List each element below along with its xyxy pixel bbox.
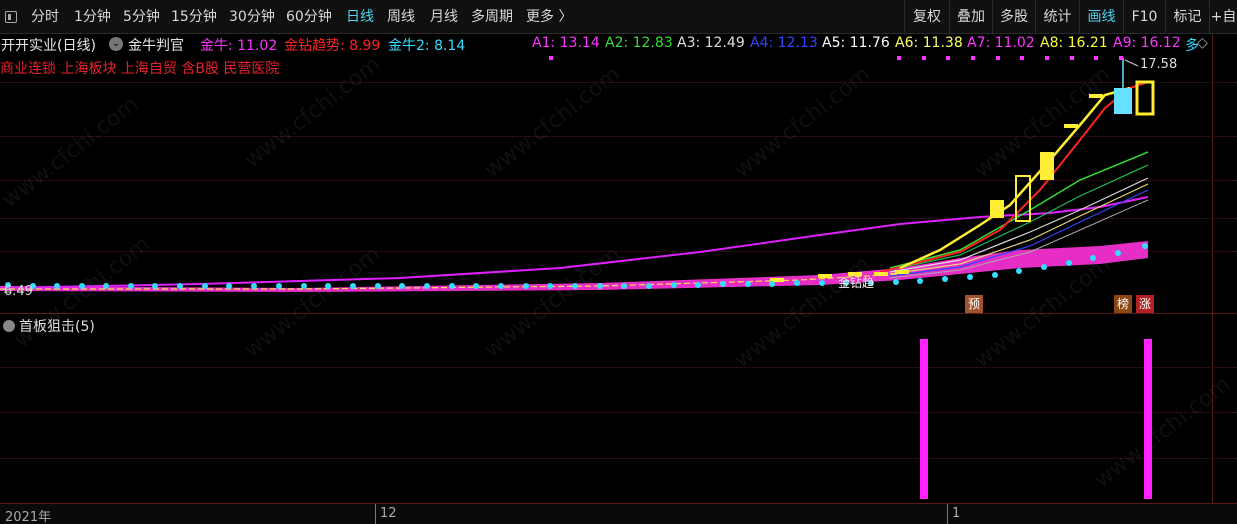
candle [895,270,909,274]
signal-markers [549,56,1123,60]
jinzuan-trend-line [879,81,1149,273]
limit-up-badge[interactable]: 涨 [1136,295,1154,313]
time-tick [375,504,376,524]
candle [874,272,888,276]
indicator-panel-title[interactable]: 首板狙击(5) [3,316,95,336]
time-tick [947,504,948,524]
indicator-bar [920,339,928,499]
candle [1114,88,1132,114]
forecast-badge[interactable]: 预 [965,295,983,313]
time-label-dec: 12 [380,506,397,521]
ranking-badge[interactable]: 榜 [1114,295,1132,313]
time-label-jan: 1 [952,506,961,521]
indicator-dropdown-icon[interactable] [3,320,15,332]
time-axis: 2021年 12 1 [0,503,1237,524]
indicator-panel-label: 首板狙击(5) [19,319,95,335]
price-low-label: 6.49 [4,284,33,299]
candle [1064,124,1078,128]
indicator-bar [1144,339,1152,499]
candle [818,274,832,278]
candle [990,200,1004,218]
price-high-label: 17.58 [1140,57,1178,72]
candle [1089,94,1103,98]
candle [1040,152,1054,180]
candle [1135,80,1155,116]
time-label-year: 2021年 [5,510,52,524]
kline-chart[interactable] [0,0,1237,524]
high-pointer [1124,59,1139,67]
ma-trend-label: 金钻趋 [838,276,875,290]
